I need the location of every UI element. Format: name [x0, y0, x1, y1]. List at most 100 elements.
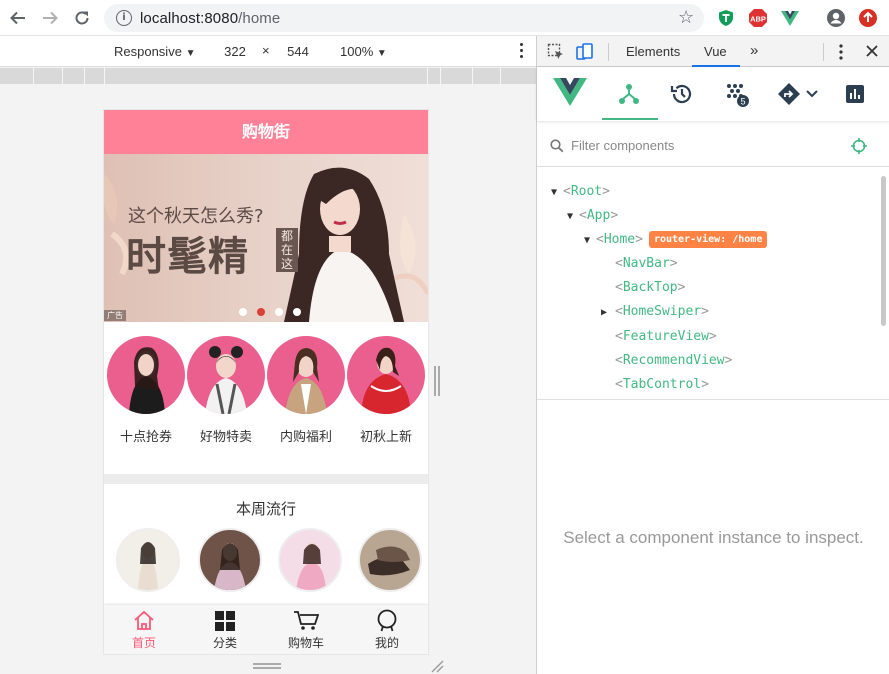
app-nav-title: 购物街 [104, 110, 428, 154]
weekly-item[interactable] [358, 528, 422, 592]
tree-node-homeswiper[interactable]: ▶ <HomeSwiper> [601, 301, 709, 323]
back-icon[interactable] [8, 8, 28, 28]
tree-node-root[interactable]: ▼ <Root> [551, 181, 610, 203]
swiper-dot[interactable] [239, 308, 247, 316]
components-tab-indicator [602, 118, 658, 120]
browser-toolbar: i localhost:8080/home ☆ ABP [0, 0, 889, 36]
tab-elements[interactable]: Elements [626, 44, 680, 59]
swiper-dot-active[interactable] [257, 308, 265, 316]
select-component-in-page-icon[interactable] [850, 137, 868, 160]
zoom-select[interactable]: 100% ▼ [340, 44, 387, 59]
feature-label: 十点抢券 [119, 430, 172, 445]
filter-components-input[interactable]: Filter components [571, 138, 674, 153]
events-count-badge: 5 [740, 97, 745, 107]
feature-item[interactable]: 好物特卖 [186, 336, 266, 445]
feature-view: 本周流行 [104, 484, 428, 614]
tree-scrollbar[interactable] [881, 176, 886, 326]
tree-node-navbar[interactable]: <NavBar> [615, 253, 678, 275]
section-divider [104, 474, 428, 484]
weekly-item[interactable] [116, 528, 180, 592]
close-devtools-icon[interactable] [865, 44, 879, 61]
tab-separator [823, 43, 824, 61]
components-tab-icon[interactable] [617, 81, 641, 107]
forward-icon[interactable] [40, 8, 60, 28]
viewport-resize-handle-right[interactable] [434, 366, 442, 396]
url-path: /home [238, 10, 281, 27]
reload-icon[interactable] [72, 8, 92, 28]
devtools-menu-icon[interactable] [838, 44, 844, 63]
device-select-value: Responsive [114, 44, 182, 59]
update-icon[interactable] [858, 8, 878, 28]
tab-profile[interactable]: 我的 [347, 609, 427, 651]
feature-item[interactable]: 初秋上新 [346, 336, 426, 445]
shield-extension-icon[interactable] [716, 8, 736, 28]
component-filter[interactable]: Filter components [537, 123, 889, 167]
collapsed-arrow-icon[interactable]: ▶ [601, 302, 615, 324]
feature-image [187, 336, 265, 414]
weekly-title: 本周流行 [235, 500, 296, 518]
tree-node-featureview[interactable]: <FeatureView> [615, 326, 717, 348]
tab-label: 分类 [212, 636, 237, 650]
inspect-placeholder-message: Select a component instance to inspect. [563, 528, 864, 547]
tree-node-tabcontrol[interactable]: <TabControl> [615, 374, 709, 396]
tab-category[interactable]: 分类 [185, 609, 265, 651]
adblock-plus-icon[interactable]: ABP [748, 8, 768, 28]
component-tree: ▼ <Root> ▼ <App> ▼ <Home> router-view: /home… [537, 176, 889, 400]
tab-cart[interactable]: 购物车 [266, 609, 346, 651]
weekly-item[interactable] [198, 528, 262, 592]
router-view-badge: router-view: /home [648, 231, 768, 248]
feature-image [347, 336, 425, 414]
device-more-menu-icon[interactable] [518, 42, 524, 60]
url-host: localhost:8080 [140, 10, 239, 27]
feature-item[interactable]: 十点抢券 [106, 336, 186, 445]
devtools-tab-strip: Elements Vue » [537, 36, 889, 67]
device-toggle-icon[interactable] [575, 42, 595, 65]
viewport-resize-handle-corner[interactable] [430, 659, 444, 673]
more-tabs-button[interactable]: » [750, 42, 758, 59]
expanded-arrow-icon[interactable]: ▼ [551, 182, 563, 204]
bookmark-star-icon[interactable]: ☆ [678, 7, 694, 28]
feature-label: 好物特卖 [199, 430, 252, 445]
main-tab-bar: 首页 分类 购物车 我的 [104, 605, 428, 654]
width-input[interactable]: 322 [210, 41, 260, 63]
device-select[interactable]: Responsive ▼ [114, 44, 195, 59]
feature-label: 初秋上新 [359, 430, 412, 445]
swiper-dot[interactable] [293, 308, 301, 316]
expanded-arrow-icon[interactable]: ▼ [584, 230, 596, 252]
tab-label: 我的 [374, 636, 399, 650]
routing-tab-icon[interactable] [777, 81, 819, 107]
pane-divider[interactable] [537, 399, 889, 400]
category-grid-icon [185, 609, 265, 633]
feature-item[interactable]: 内购福利 [266, 336, 346, 445]
tree-node-name: Root [570, 184, 603, 199]
height-input[interactable]: 544 [273, 41, 323, 63]
viewport-resize-handle-bottom[interactable] [253, 663, 281, 669]
address-bar[interactable]: i localhost:8080/home ☆ [104, 4, 704, 32]
home-swiper-banner[interactable]: 这个秋天怎么秀? 时髦精 都在这 广告 [104, 154, 428, 322]
tree-node-recommendview[interactable]: <RecommendView> [615, 350, 732, 372]
tree-node-backtop[interactable]: <BackTop> [615, 277, 685, 299]
swiper-dot[interactable] [275, 308, 283, 316]
vuex-history-icon[interactable] [670, 81, 694, 107]
tab-vue[interactable]: Vue [704, 44, 727, 59]
ad-label: 广告 [104, 310, 126, 321]
tree-node-home[interactable]: ▼ <Home> router-view: /home [584, 229, 768, 252]
performance-tab-icon[interactable] [845, 81, 865, 107]
tree-node-app[interactable]: ▼ <App> [567, 205, 618, 227]
expanded-arrow-icon[interactable]: ▼ [567, 206, 579, 228]
devtools-panel: Elements Vue » 5 Filter components ▼ <Ro… [536, 36, 889, 674]
url-text[interactable]: localhost:8080/home [140, 10, 280, 27]
banner-tag: 都在这 [276, 228, 298, 272]
tab-home[interactable]: 首页 [104, 609, 184, 651]
vue-devtools-extension-icon[interactable] [780, 8, 800, 28]
feature-label: 内购福利 [279, 430, 332, 445]
profile-avatar-icon[interactable] [826, 8, 846, 28]
site-info-icon[interactable]: i [116, 10, 132, 26]
browser-window: i localhost:8080/home ☆ ABP Responsive ▼… [0, 0, 889, 674]
inspect-element-icon[interactable] [547, 43, 565, 64]
events-tab-icon[interactable]: 5 [723, 81, 749, 107]
swiper-pagination [234, 308, 306, 316]
tree-node-name: BackTop [622, 280, 678, 295]
tree-node-name: HomeSwiper [622, 304, 702, 319]
weekly-item[interactable] [278, 528, 342, 592]
